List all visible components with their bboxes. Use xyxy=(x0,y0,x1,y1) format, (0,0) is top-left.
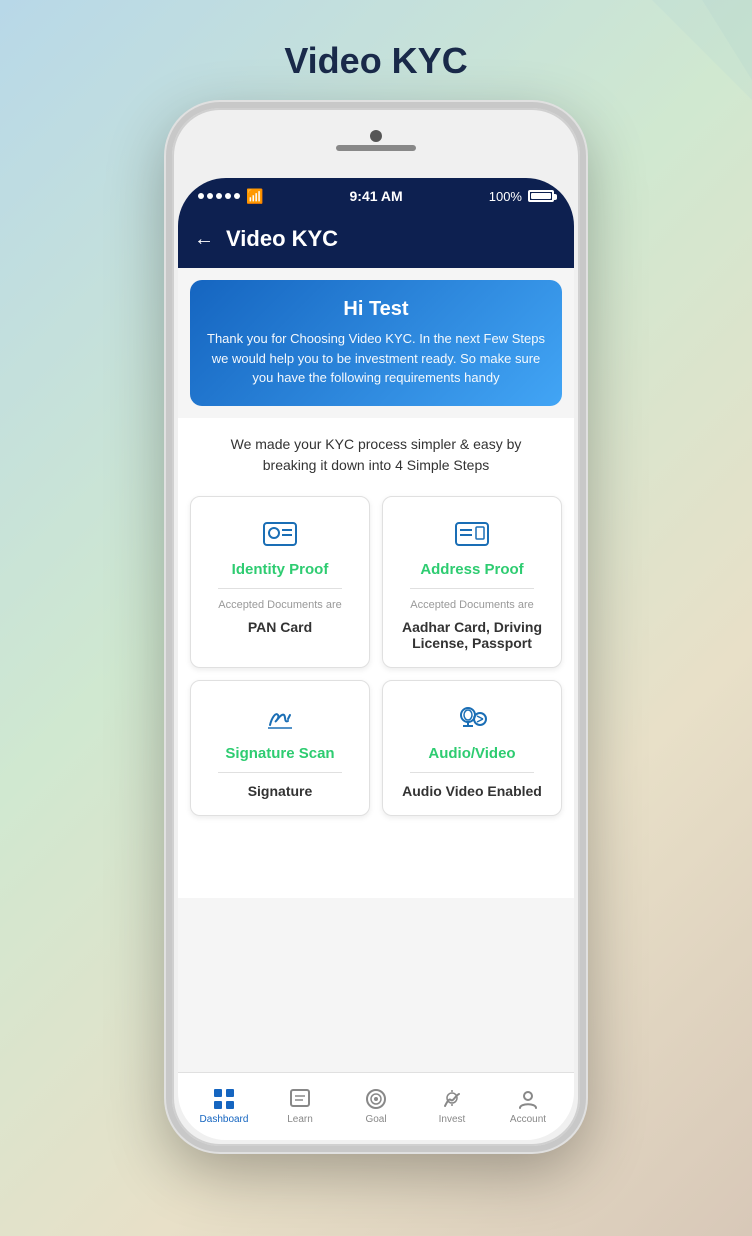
audio-video-title: Audio/Video xyxy=(428,745,515,762)
nav-learn[interactable]: Learn xyxy=(262,1088,338,1125)
address-subtitle: Accepted Documents are xyxy=(410,599,534,611)
audio-video-divider xyxy=(410,772,533,773)
goal-icon xyxy=(365,1088,387,1110)
address-proof-title: Address Proof xyxy=(420,561,523,578)
volume-up-button xyxy=(166,288,170,328)
identity-document: PAN Card xyxy=(248,619,312,635)
invest-label: Invest xyxy=(439,1114,466,1125)
page-title: Video KYC xyxy=(284,40,467,82)
greeting-text: Thank you for Choosing Video KYC. In the… xyxy=(206,329,546,388)
learn-label: Learn xyxy=(287,1114,313,1125)
nav-goal[interactable]: Goal xyxy=(338,1088,414,1125)
signal-dot-3 xyxy=(216,193,222,199)
signal-dot-2 xyxy=(207,193,213,199)
back-button[interactable]: ← xyxy=(194,228,214,251)
identity-proof-icon xyxy=(260,513,300,553)
nav-invest[interactable]: Invest xyxy=(414,1088,490,1125)
account-label: Account xyxy=(510,1114,546,1125)
nav-account[interactable]: Account xyxy=(490,1088,566,1125)
status-battery: 100% xyxy=(489,189,554,204)
phone-top xyxy=(172,108,580,188)
front-camera xyxy=(370,130,382,142)
header-title: Video KYC xyxy=(226,226,338,252)
screen-content: We made your KYC process simpler & easy … xyxy=(178,418,574,898)
phone-frame: 📶 9:41 AM 100% ← Video KYC Hi Test Thank… xyxy=(166,102,586,1152)
app-header: ← Video KYC xyxy=(178,214,574,268)
status-time: 9:41 AM xyxy=(350,188,403,204)
audio-video-document: Audio Video Enabled xyxy=(402,783,542,799)
nav-dashboard[interactable]: Dashboard xyxy=(186,1088,262,1125)
greeting-card: Hi Test Thank you for Choosing Video KYC… xyxy=(190,280,562,406)
cards-grid: Identity Proof Accepted Documents are PA… xyxy=(178,492,574,828)
power-button xyxy=(582,308,586,368)
signature-scan-title: Signature Scan xyxy=(225,745,334,762)
invest-icon xyxy=(441,1088,463,1110)
signature-scan-card[interactable]: Signature Scan Signature xyxy=(190,680,370,816)
signature-divider xyxy=(218,772,341,773)
address-divider xyxy=(410,588,533,589)
signal-dot-5 xyxy=(234,193,240,199)
account-icon xyxy=(517,1088,539,1110)
audio-video-card[interactable]: Audio/Video Audio Video Enabled xyxy=(382,680,562,816)
signal-dot-4 xyxy=(225,193,231,199)
identity-subtitle: Accepted Documents are xyxy=(218,599,342,611)
battery-percent: 100% xyxy=(489,189,522,204)
steps-description: We made your KYC process simpler & easy … xyxy=(178,418,574,492)
identity-divider xyxy=(218,588,341,589)
greeting-name: Hi Test xyxy=(206,298,546,321)
learn-icon xyxy=(289,1088,311,1110)
signature-document: Signature xyxy=(248,783,313,799)
address-proof-card[interactable]: Address Proof Accepted Documents are Aad… xyxy=(382,496,562,668)
phone-screen: 📶 9:41 AM 100% ← Video KYC Hi Test Thank… xyxy=(178,178,574,1140)
identity-proof-title: Identity Proof xyxy=(232,561,329,578)
bottom-nav: Dashboard Learn Goal xyxy=(178,1072,574,1140)
volume-down-button xyxy=(166,338,170,378)
goal-label: Goal xyxy=(365,1114,386,1125)
dashboard-label: Dashboard xyxy=(200,1114,249,1125)
dashboard-icon xyxy=(213,1088,235,1110)
battery-fill xyxy=(531,193,551,199)
audio-video-icon xyxy=(452,697,492,737)
signature-scan-icon xyxy=(260,697,300,737)
identity-proof-card[interactable]: Identity Proof Accepted Documents are PA… xyxy=(190,496,370,668)
phone-speaker xyxy=(336,145,416,151)
signal-area: 📶 xyxy=(198,188,263,205)
address-document: Aadhar Card, Driving License, Passport xyxy=(395,619,549,651)
address-proof-icon xyxy=(452,513,492,553)
signal-dot-1 xyxy=(198,193,204,199)
signal-dots xyxy=(198,193,240,199)
battery-bar xyxy=(528,190,554,202)
wifi-icon: 📶 xyxy=(246,188,263,205)
